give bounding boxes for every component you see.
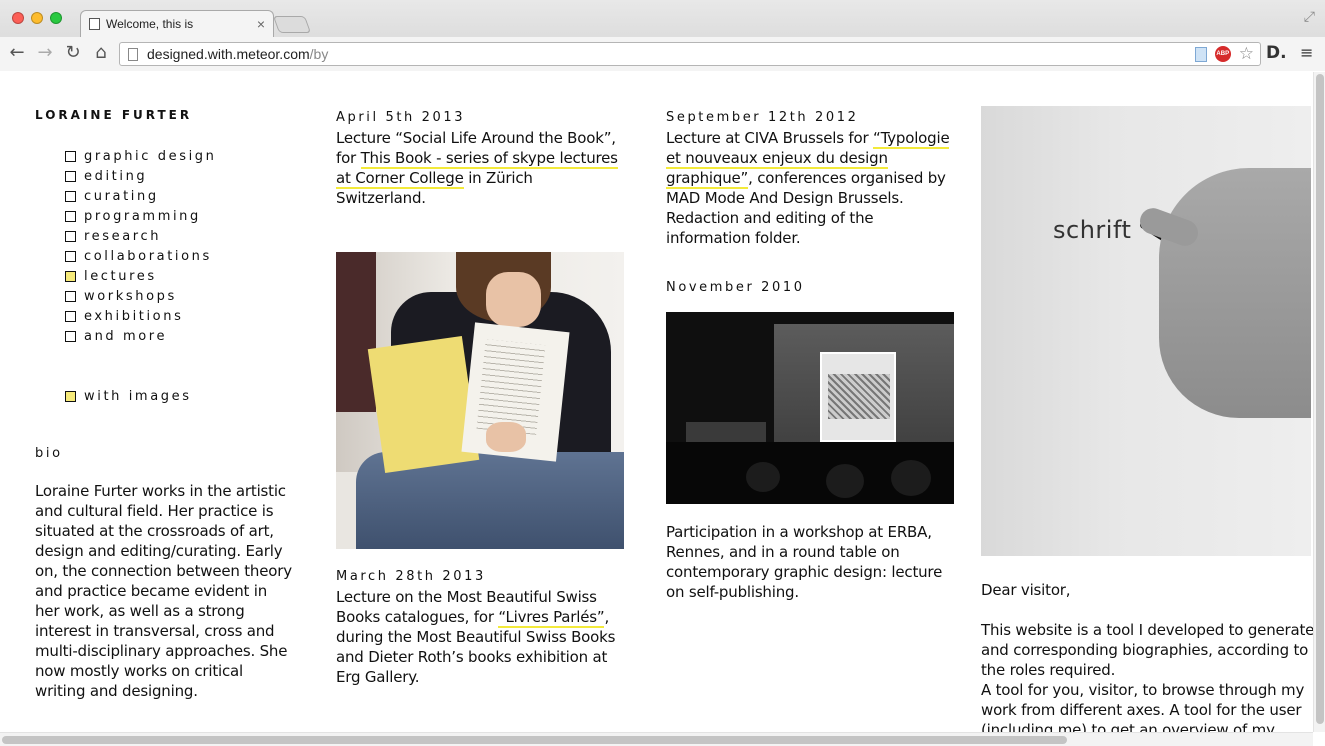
filter-checkbox[interactable] [65, 190, 76, 202]
horizontal-scrollbar[interactable] [0, 732, 1313, 746]
forward-arrow-icon[interactable]: → [34, 41, 56, 65]
entry-text: Lecture at CIVA Brussels for “Typologie … [666, 128, 956, 248]
filter-item[interactable]: curating [65, 186, 295, 206]
tab-close-icon[interactable]: × [257, 16, 265, 32]
filter-label: editing [84, 168, 148, 184]
entry-date: April 5th 2013 [336, 110, 466, 125]
filter-label: lectures [84, 268, 157, 284]
filter-item[interactable]: workshops [65, 286, 295, 306]
minimize-window-button[interactable] [31, 12, 43, 24]
site-author-name: LORAINE FURTER [35, 108, 193, 122]
filter-checkbox[interactable] [65, 330, 76, 342]
maximize-window-button[interactable] [50, 12, 62, 24]
document-icon[interactable] [1194, 46, 1207, 62]
photo-reading-book [336, 252, 624, 549]
intro-paragraph-2: A tool for you, visitor, to browse throu… [981, 681, 1305, 732]
column-4: schrift Dear visitor, This website is a … [981, 106, 1313, 732]
menu-icon[interactable]: ≡ [1300, 43, 1313, 62]
entry-date: November 2010 [666, 280, 805, 295]
with-images-toggle[interactable]: with images [65, 386, 295, 406]
filter-checkbox[interactable] [65, 270, 76, 282]
intro-paragraph-1: This website is a tool I developed to ge… [981, 621, 1313, 679]
window-controls [12, 12, 62, 24]
entry-text: Lecture on the Most Beautiful Swiss Book… [336, 587, 626, 687]
url-host: designed.with.meteor.com [147, 46, 310, 62]
filter-label: collaborations [84, 248, 212, 264]
filter-item[interactable]: exhibitions [65, 306, 295, 326]
entry-date: September 12th 2012 [666, 110, 859, 125]
intro-greeting: Dear visitor, [981, 581, 1071, 599]
filter-checkbox[interactable] [65, 170, 76, 182]
filter-item[interactable]: programming [65, 206, 295, 226]
browser-toolbar: ← → ↻ ⌂ designed.with.meteor.com/by ABP … [0, 37, 1325, 71]
url-path: /by [309, 46, 329, 62]
fullscreen-icon[interactable]: ⤢ [1304, 9, 1315, 25]
close-window-button[interactable] [12, 12, 24, 24]
filter-label: graphic design [84, 148, 217, 164]
adblock-icon[interactable]: ABP [1214, 46, 1231, 62]
filter-label: exhibitions [84, 308, 184, 324]
entry-date: March 28th 2013 [336, 569, 486, 584]
tab-title: Welcome, this is [106, 17, 194, 31]
entry-text: Lecture “Social Life Around the Book”, f… [336, 128, 626, 208]
with-images-label: with images [84, 388, 192, 404]
entry-text: Participation in a workshop at ERBA, Ren… [666, 523, 943, 601]
browser-tab[interactable]: Welcome, this is × [80, 10, 274, 37]
filter-list: graphic design editing curating programming… [65, 146, 295, 346]
filter-item[interactable]: collaborations [65, 246, 295, 266]
back-arrow-icon[interactable]: ← [6, 41, 28, 65]
filter-label: programming [84, 208, 201, 224]
page-icon [128, 47, 138, 61]
filter-checkbox[interactable] [65, 310, 76, 322]
bookmark-star-icon[interactable]: ☆ [1239, 45, 1254, 62]
filter-checkbox[interactable] [65, 210, 76, 222]
sidebar: LORAINE FURTER graphic design editing cura… [35, 108, 295, 701]
photo-word: schrift [1053, 216, 1132, 244]
filter-item[interactable]: graphic design [65, 146, 295, 166]
filter-checkbox[interactable] [65, 250, 76, 262]
reload-icon[interactable]: ↻ [62, 41, 84, 65]
column-2: April 5th 2013 Lecture “Social Life Arou… [336, 108, 626, 732]
filter-checkbox[interactable] [65, 230, 76, 242]
bio-text: Loraine Furter works in the artistic and… [35, 482, 292, 700]
filter-checkbox[interactable] [65, 150, 76, 162]
entry-text-part: Lecture at CIVA Brussels for [666, 129, 874, 147]
with-images-checkbox[interactable] [65, 390, 76, 402]
filter-item[interactable]: research [65, 226, 295, 246]
page-favicon-icon [89, 18, 100, 30]
filter-label: curating [84, 188, 159, 204]
photo-lecture-room [666, 312, 954, 504]
extension-icon[interactable]: D. [1266, 43, 1287, 63]
filter-checkbox[interactable] [65, 290, 76, 302]
filter-item[interactable]: lectures [65, 266, 295, 286]
bio-heading: bio [35, 446, 63, 461]
entry-link[interactable]: “Livres Parlés” [498, 608, 605, 628]
filter-item[interactable]: editing [65, 166, 295, 186]
omnibox-icons: ABP ☆ [1194, 45, 1254, 62]
vertical-scrollbar[interactable] [1313, 72, 1325, 732]
photo-hand-writing: schrift [981, 106, 1311, 556]
filter-label: and more [84, 328, 168, 344]
filter-label: research [84, 228, 162, 244]
home-icon[interactable]: ⌂ [90, 41, 112, 65]
column-3: September 12th 2012 Lecture at CIVA Brus… [666, 108, 956, 602]
new-tab-button[interactable] [272, 16, 312, 33]
browser-chrome: Welcome, this is × ⤢ ← → ↻ ⌂ designed.wi… [0, 0, 1325, 71]
address-bar[interactable]: designed.with.meteor.com/by ABP ☆ [119, 42, 1261, 66]
filter-label: workshops [84, 288, 177, 304]
page-viewport: LORAINE FURTER graphic design editing cura… [0, 72, 1313, 732]
filter-item[interactable]: and more [65, 326, 295, 346]
